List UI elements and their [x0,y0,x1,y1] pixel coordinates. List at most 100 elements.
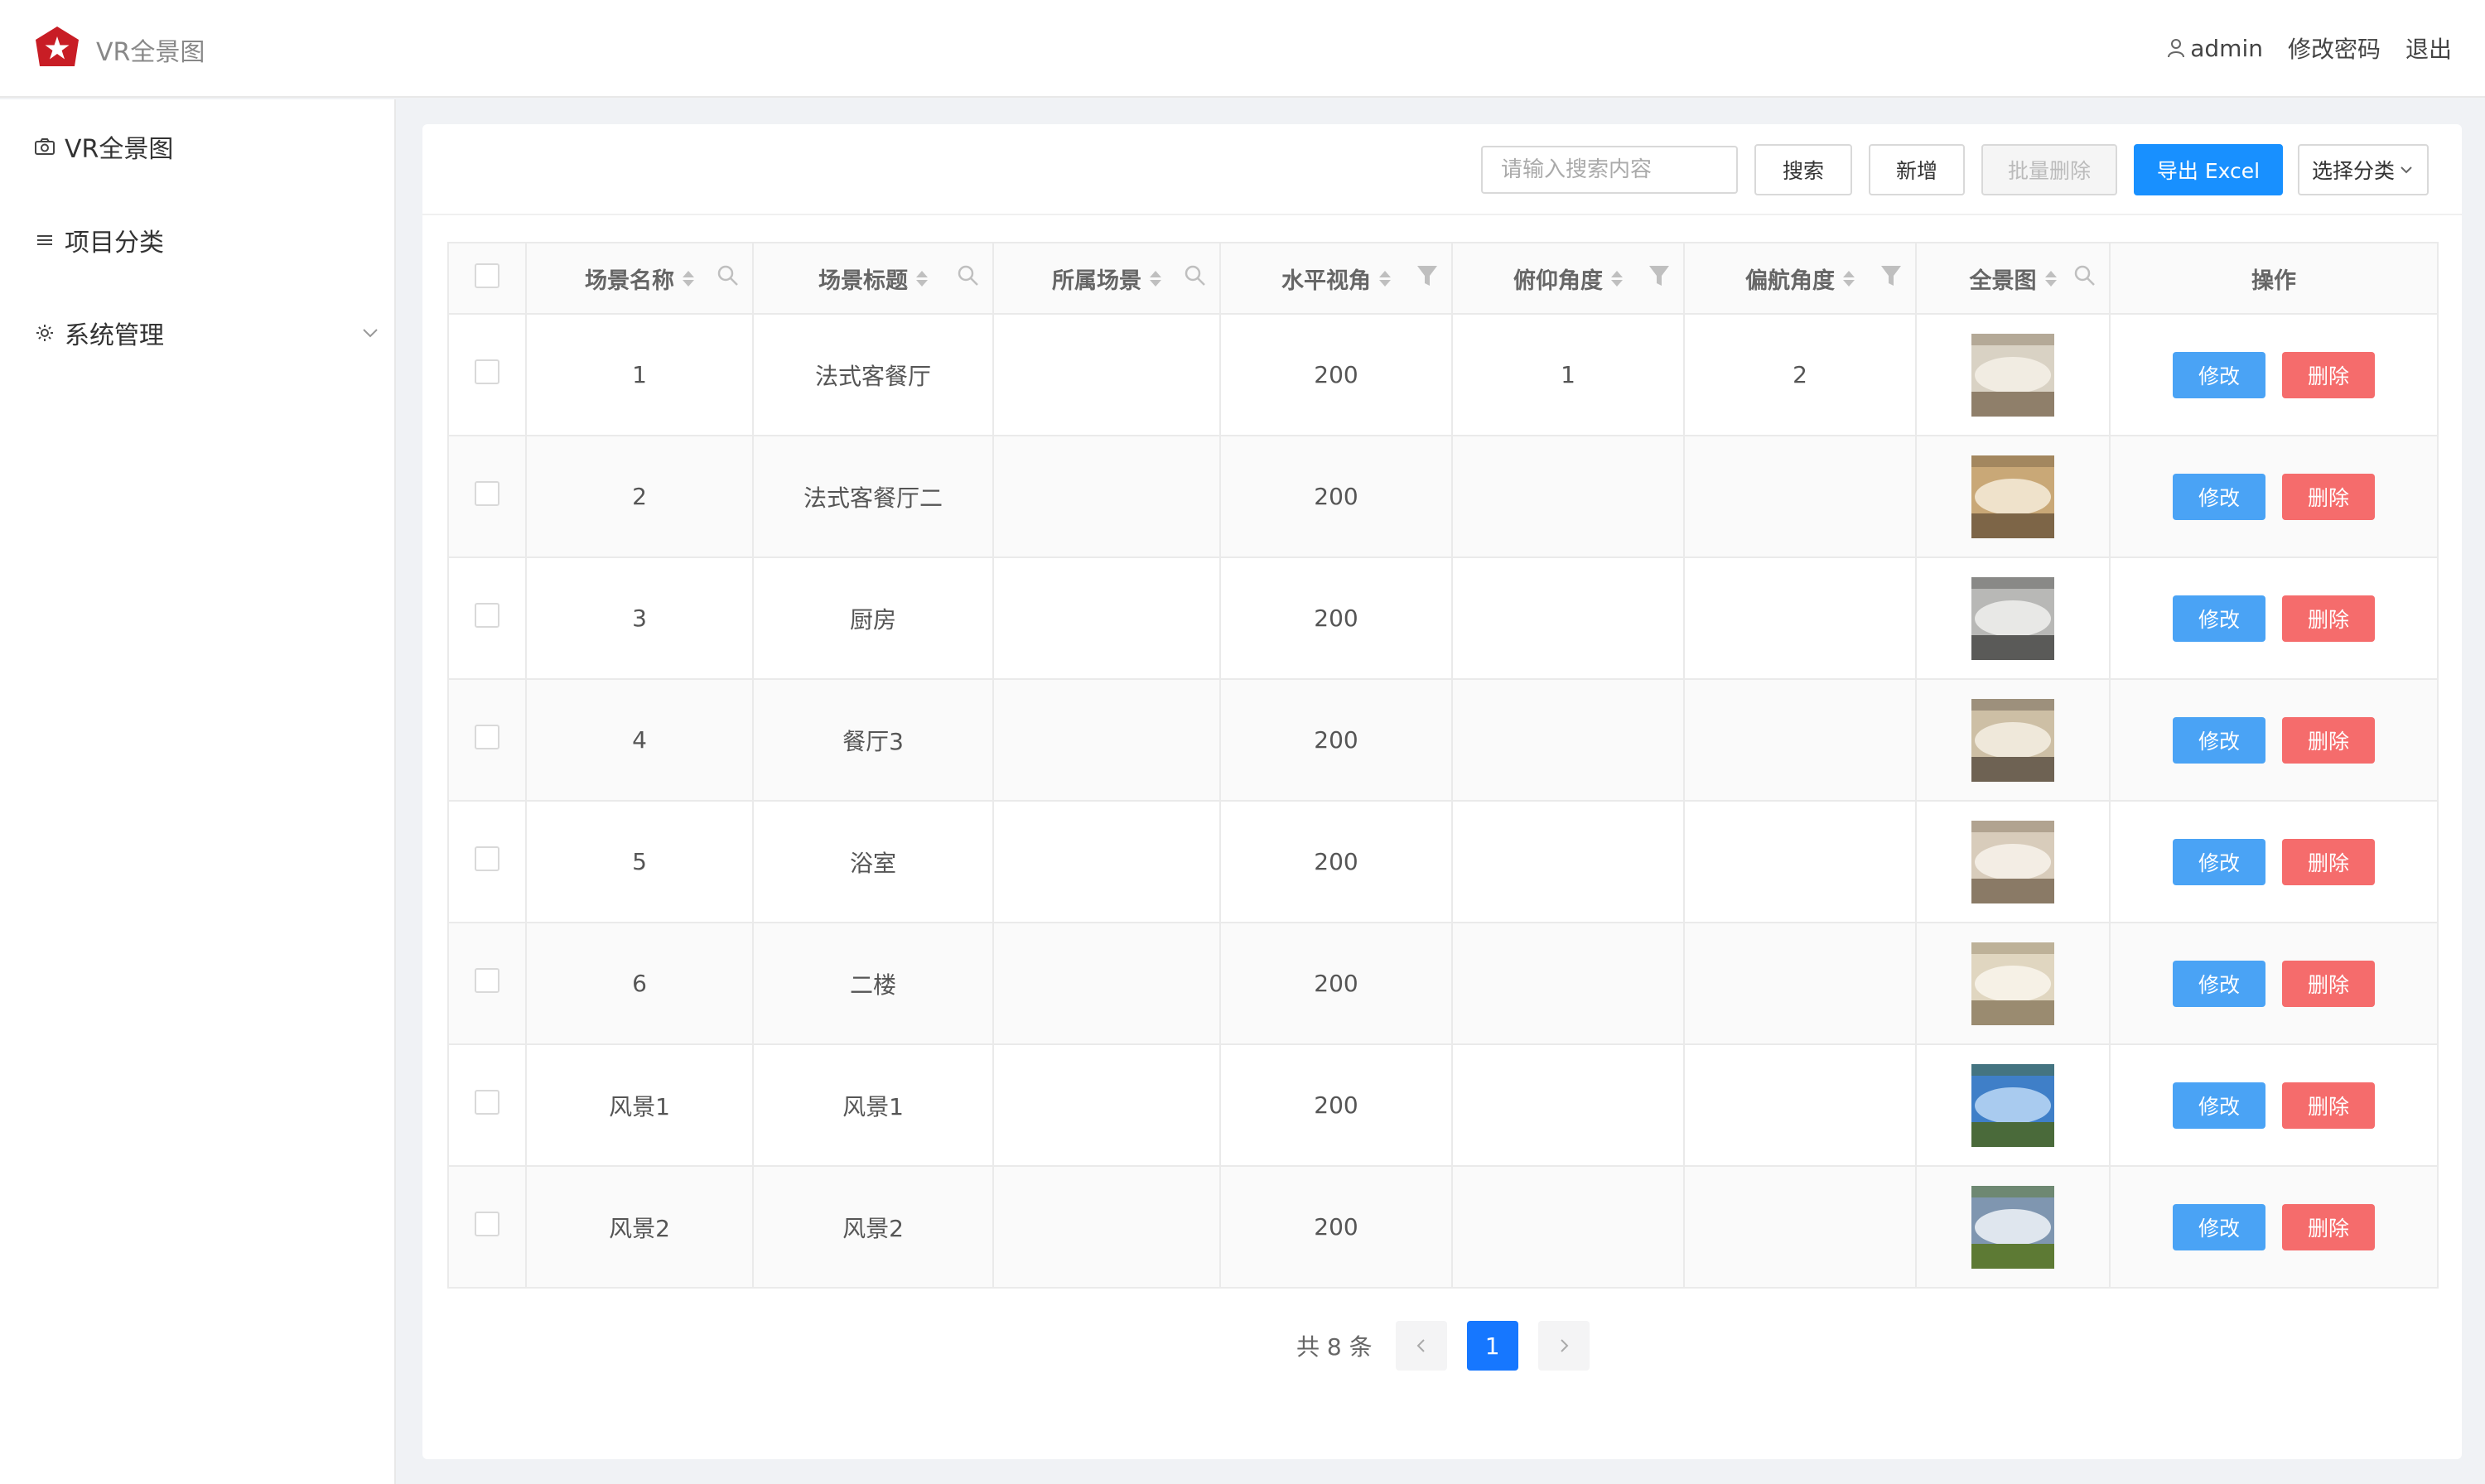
column-header[interactable]: 水平视角 [1219,242,1453,315]
export-excel-button[interactable]: 导出 Excel [2134,144,2283,195]
search-icon[interactable] [716,263,741,288]
row-checkbox[interactable] [475,846,499,871]
edit-button[interactable]: 修改 [2173,595,2265,642]
edit-button[interactable]: 修改 [2173,838,2265,885]
camera-icon [33,135,56,158]
sort-icon[interactable] [1843,270,1855,287]
filter-icon[interactable] [1647,263,1672,288]
column-header[interactable]: 场景名称 [525,242,754,315]
prev-page-button[interactable] [1395,1321,1447,1371]
filter-icon[interactable] [1415,263,1440,288]
edit-button[interactable]: 修改 [2173,960,2265,1007]
row-checkbox[interactable] [475,359,499,384]
column-header[interactable]: 偏航角度 [1683,242,1917,315]
panorama-thumbnail[interactable] [1971,576,2054,660]
cell-pitch [1451,556,1685,680]
sort-icon[interactable] [683,270,694,287]
sidebar-item-system-management[interactable]: 系统管理 [33,312,381,354]
user-menu[interactable]: admin [2167,35,2263,62]
delete-button[interactable]: 删除 [2282,1082,2375,1129]
cell-scene [992,556,1221,680]
cell-panorama [1915,922,2111,1045]
cell-actions: 修改 删除 [2109,678,2439,802]
delete-button[interactable]: 删除 [2282,838,2375,885]
app-title: VR全景图 [96,38,205,67]
change-password-link[interactable]: 修改密码 [2288,31,2381,65]
row-checkbox[interactable] [475,603,499,628]
row-checkbox[interactable] [475,481,499,506]
panorama-thumbnail[interactable] [1971,1063,2054,1147]
cell-h-angle: 200 [1219,556,1453,680]
cell-pitch [1451,435,1685,558]
cell-panorama [1915,800,2111,923]
table-row: 风景2 风景2 200 修改 删除 [447,1165,2439,1289]
pagination: 共 8 条 1 [1296,1320,1609,1371]
cell-h-angle: 200 [1219,435,1453,558]
sort-icon[interactable] [1150,270,1161,287]
sidebar-item-vr-panorama[interactable]: VR全景图 [33,126,381,167]
sort-icon[interactable] [916,270,928,287]
panorama-thumbnail[interactable] [1971,942,2054,1025]
search-icon[interactable] [2072,263,2097,288]
category-select-label: 选择分类 [2311,159,2395,183]
sidebar-item-label: VR全景图 [65,135,174,164]
row-checkbox[interactable] [475,1090,499,1115]
cell-pitch [1451,678,1685,802]
sort-icon[interactable] [1379,270,1391,287]
sidebar-item-project-category[interactable]: 项目分类 [33,219,381,261]
panorama-thumbnail[interactable] [1971,698,2054,782]
column-header[interactable]: 场景标题 [752,242,994,315]
row-checkbox[interactable] [475,968,499,993]
edit-button[interactable]: 修改 [2173,473,2265,520]
page-button[interactable]: 1 [1466,1321,1518,1371]
panorama-thumbnail[interactable] [1971,333,2054,417]
edit-button[interactable]: 修改 [2173,716,2265,764]
edit-button[interactable]: 修改 [2173,351,2265,398]
column-header[interactable]: 所属场景 [992,242,1221,315]
batch-delete-button[interactable]: 批量删除 [1981,144,2117,195]
header-user-menu: admin 修改密码 退出 [2142,31,2452,65]
cell-title: 厨房 [752,556,994,680]
panorama-thumbnail[interactable] [1971,820,2054,903]
row-checkbox[interactable] [475,1212,499,1236]
chevron-left-icon [1416,1339,1425,1352]
category-select[interactable]: 选择分类 [2298,144,2429,195]
cell-name: 1 [525,313,754,436]
logout-link[interactable]: 退出 [2405,31,2452,65]
column-label: 偏航角度 [1745,267,1835,294]
edit-button[interactable]: 修改 [2173,1203,2265,1250]
delete-button[interactable]: 删除 [2282,1203,2375,1250]
next-page-button[interactable] [1537,1321,1590,1371]
cell-panorama [1915,435,2111,558]
cell-name: 风景1 [525,1043,754,1167]
column-header[interactable]: 俯仰角度 [1451,242,1685,315]
delete-button[interactable]: 删除 [2282,351,2375,398]
search-button[interactable]: 搜索 [1754,144,1852,195]
panorama-thumbnail[interactable] [1971,1185,2054,1269]
delete-button[interactable]: 删除 [2282,473,2375,520]
column-header[interactable]: 全景图 [1915,242,2111,315]
sort-icon[interactable] [1611,270,1623,287]
delete-button[interactable]: 删除 [2282,595,2375,642]
search-icon[interactable] [956,263,981,288]
cell-name: 3 [525,556,754,680]
table-row: 风景1 风景1 200 修改 删除 [447,1043,2439,1167]
cell-title: 餐厅3 [752,678,994,802]
search-input[interactable] [1481,146,1738,194]
panorama-thumbnail[interactable] [1971,455,2054,538]
delete-button[interactable]: 删除 [2282,716,2375,764]
table-row: 5 浴室 200 修改 删除 [447,800,2439,923]
edit-button[interactable]: 修改 [2173,1082,2265,1129]
cell-title: 法式客餐厅二 [752,435,994,558]
star-logo-icon[interactable] [33,25,81,73]
select-all-checkbox[interactable] [475,263,499,288]
delete-button[interactable]: 删除 [2282,960,2375,1007]
sort-icon[interactable] [2044,270,2057,287]
row-checkbox[interactable] [475,725,499,749]
column-label: 场景名称 [585,267,674,294]
cell-actions: 修改 删除 [2109,800,2439,923]
search-icon[interactable] [1183,263,1208,288]
filter-icon[interactable] [1879,263,1904,288]
cell-pitch: 1 [1451,313,1685,436]
add-button[interactable]: 新增 [1869,144,1965,195]
